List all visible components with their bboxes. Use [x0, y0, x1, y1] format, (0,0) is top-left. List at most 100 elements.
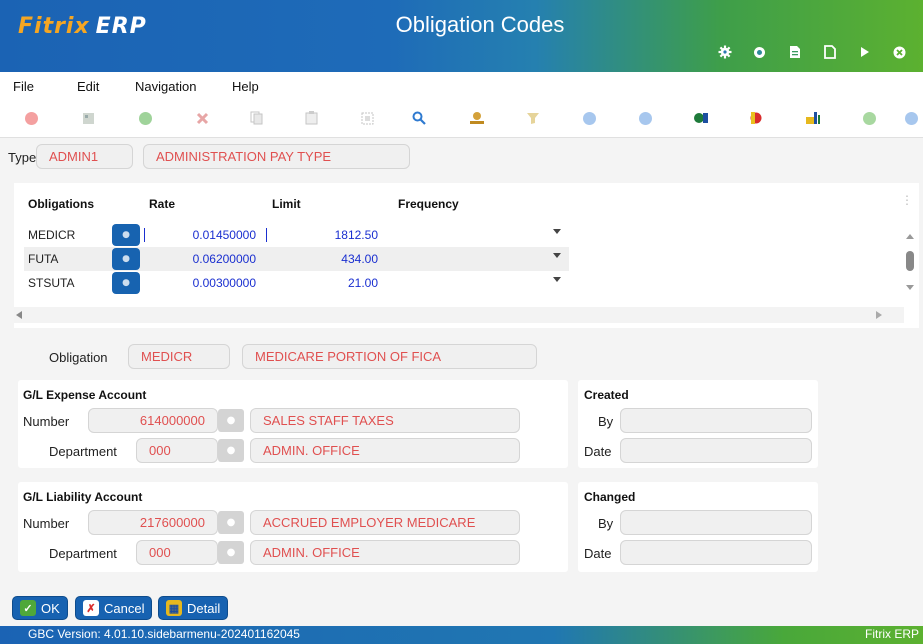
paste-icon[interactable] [302, 109, 320, 127]
chevron-down-icon[interactable] [553, 277, 561, 282]
expense-number-zoom-button[interactable]: ● [218, 409, 244, 432]
grid-menu-icon[interactable]: ⋮ [901, 193, 913, 207]
add-row-icon[interactable] [692, 109, 710, 127]
column-header-frequency[interactable]: Frequency [398, 197, 459, 211]
liability-department-zoom-button[interactable]: ● [218, 541, 244, 564]
expense-number-field[interactable]: 614000000 [88, 408, 218, 433]
created-title: Created [584, 388, 629, 402]
arrow-up-icon[interactable] [636, 109, 654, 127]
expense-department-label: Department [49, 444, 117, 459]
table-row[interactable]: MEDICR ● 0.01450000 1812.50 [24, 223, 569, 247]
changed-title: Changed [584, 490, 636, 504]
menu-help[interactable]: Help [232, 79, 259, 94]
cancel-icon[interactable] [193, 109, 211, 127]
chevron-down-icon[interactable] [553, 253, 561, 258]
obligation-description-field: MEDICARE PORTION OF FICA [242, 344, 537, 369]
menu-edit[interactable]: Edit [77, 79, 99, 94]
liability-department-label: Department [49, 546, 117, 561]
logo-brand: Fitrix [18, 14, 90, 39]
table-row[interactable]: STSUTA ● 0.00300000 21.00 [24, 271, 569, 295]
logo-suffix: ERP [95, 14, 147, 39]
check-icon[interactable] [860, 109, 878, 127]
menu-navigation[interactable]: Navigation [135, 79, 196, 94]
column-header-obligations[interactable]: Obligations [28, 197, 94, 211]
created-date-label: Date [584, 444, 612, 459]
liability-account-panel: G/L Liability Account Number 217600000 ●… [18, 482, 568, 572]
horizontal-scrollbar[interactable] [14, 307, 904, 323]
title-bar: Fitrix ERP Obligation Codes [0, 0, 923, 72]
ok-button-label: OK [41, 600, 60, 616]
close-icon[interactable] [882, 41, 917, 63]
menu-file[interactable]: File [13, 79, 34, 94]
limit-cell[interactable]: 1812.50 [266, 228, 378, 242]
version-text: GBC Version: 4.01.10.sidebarmenu-2024011… [28, 627, 300, 641]
created-by-label: By [598, 414, 614, 429]
rate-cell[interactable]: 0.01450000 [144, 228, 256, 242]
limit-cell[interactable]: 21.00 [266, 276, 378, 290]
liability-number-field[interactable]: 217600000 [88, 510, 218, 535]
expense-department-field[interactable]: 000 [136, 438, 218, 463]
detail-button[interactable]: ▦ Detail [158, 596, 229, 620]
created-date-field [620, 438, 812, 463]
ok-button[interactable]: ✓ OK [12, 596, 68, 620]
limit-cell[interactable]: 434.00 [266, 252, 378, 266]
select-all-icon[interactable] [358, 109, 376, 127]
status-bar: GBC Version: 4.01.10.sidebarmenu-2024011… [0, 626, 923, 644]
delete-row-icon[interactable] [748, 109, 766, 127]
document-icon[interactable] [777, 41, 812, 63]
liability-department-field[interactable]: 000 [136, 540, 218, 565]
type-code-field[interactable]: ADMIN1 [36, 144, 133, 169]
obligation-cell: FUTA [28, 252, 59, 266]
created-panel: Created By Date [578, 380, 818, 468]
play-icon[interactable] [847, 41, 882, 63]
person-icon[interactable] [468, 109, 486, 127]
obligation-code-field[interactable]: MEDICR [128, 344, 230, 369]
vertical-scrollbar[interactable] [905, 233, 915, 298]
expense-number-label: Number [23, 414, 70, 429]
expense-department-description: ADMIN. OFFICE [250, 438, 520, 463]
type-label: Type [8, 150, 37, 165]
detail-button-label: Detail [187, 600, 221, 616]
liability-number-description: ACCRUED EMPLOYER MEDICARE [250, 510, 520, 535]
expense-account-panel: G/L Expense Account Number 614000000 ● S… [18, 380, 568, 468]
title-icon-group [707, 41, 917, 63]
gear-icon[interactable] [707, 41, 742, 63]
filter-icon[interactable] [524, 109, 542, 127]
created-by-field [620, 408, 812, 433]
expense-title: G/L Expense Account [23, 388, 147, 402]
grid-icon[interactable] [79, 109, 97, 127]
expense-number-description: SALES STAFF TAXES [250, 408, 520, 433]
obligation-cell: MEDICR [28, 228, 76, 242]
rate-cell[interactable]: 0.00300000 [144, 276, 256, 290]
copy-icon[interactable] [247, 109, 265, 127]
new-page-icon[interactable] [812, 41, 847, 63]
chevron-down-icon[interactable] [553, 229, 561, 234]
column-header-limit[interactable]: Limit [272, 197, 301, 211]
zoom-button[interactable]: ● [112, 224, 140, 246]
status-brand: Fitrix ERP [865, 627, 919, 641]
circle-icon[interactable] [742, 41, 777, 63]
changed-date-field [620, 540, 812, 565]
rate-cell[interactable]: 0.06200000 [144, 252, 256, 266]
table-row[interactable]: FUTA ● 0.06200000 434.00 [24, 247, 569, 271]
power-icon[interactable] [22, 109, 40, 127]
liability-number-label: Number [23, 516, 70, 531]
help-icon[interactable] [902, 109, 920, 127]
obligation-label: Obligation [49, 350, 108, 365]
zoom-button[interactable]: ● [112, 248, 140, 270]
liability-department-description: ADMIN. OFFICE [250, 540, 520, 565]
zoom-button[interactable]: ● [112, 272, 140, 294]
accept-icon[interactable] [136, 109, 154, 127]
cancel-button[interactable]: ✗ Cancel [75, 596, 153, 620]
expense-department-zoom-button[interactable]: ● [218, 439, 244, 462]
toolbar [0, 100, 923, 138]
changed-panel: Changed By Date [578, 482, 818, 572]
search-icon[interactable] [410, 109, 428, 127]
check-icon: ✓ [20, 600, 36, 616]
column-header-rate[interactable]: Rate [149, 197, 175, 211]
detail-icon[interactable] [804, 109, 822, 127]
window-title: Obligation Codes [395, 12, 565, 37]
liability-number-zoom-button[interactable]: ● [218, 511, 244, 534]
detail-icon: ▦ [166, 600, 182, 616]
arrow-down-icon[interactable] [580, 109, 598, 127]
